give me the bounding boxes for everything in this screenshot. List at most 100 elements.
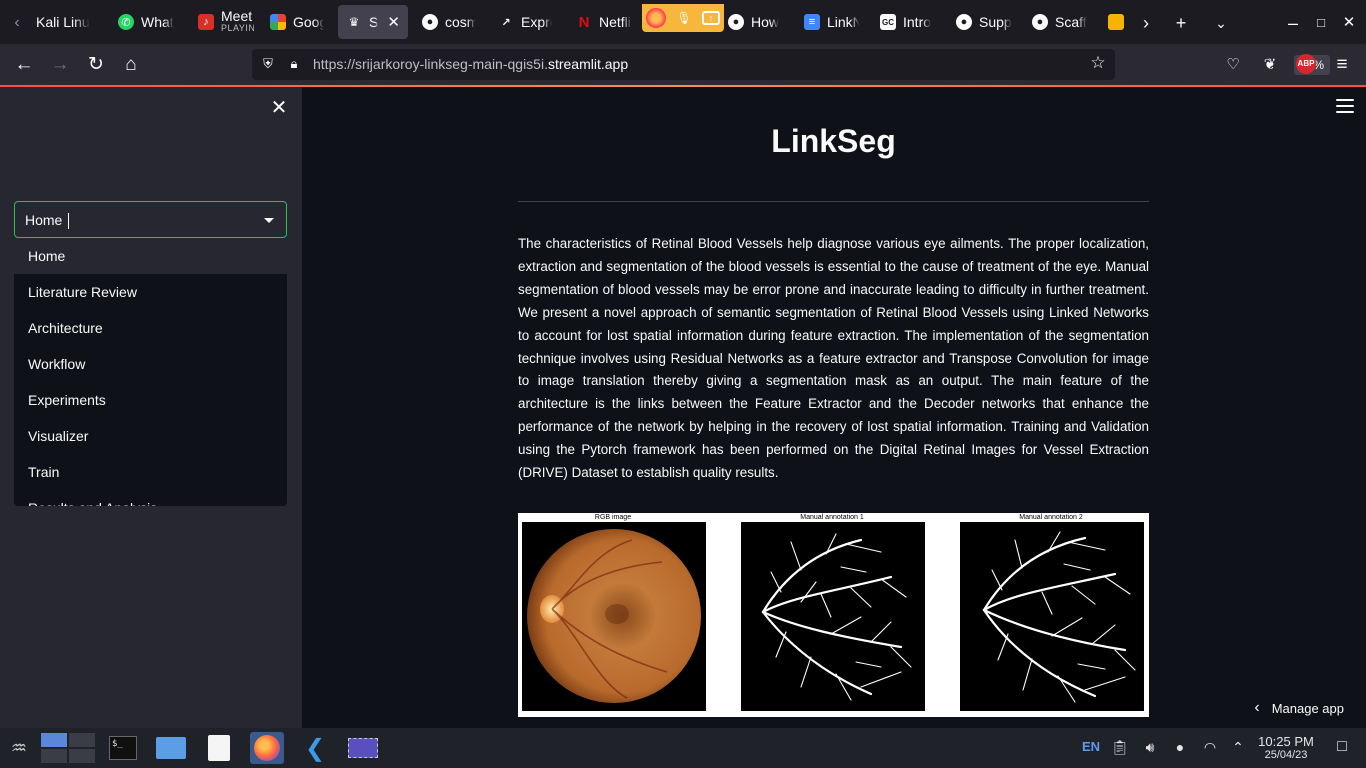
close-window-icon[interactable]: ✕: [1337, 11, 1361, 35]
minimize-icon[interactable]: –: [1281, 11, 1305, 35]
tab-cosmo[interactable]: ● cosmo: [414, 5, 484, 39]
panel-title: Manual annotation 1: [800, 514, 864, 521]
tab-streamlit[interactable]: ♛ Streamlit ✕: [338, 5, 408, 39]
divider: [518, 201, 1149, 202]
retina-fundus-image: [522, 522, 706, 711]
github-icon: ●: [956, 14, 972, 30]
figure-panel-rgb: RGB image: [520, 513, 706, 717]
terminal-icon[interactable]: $_: [106, 732, 140, 764]
tab-label: How: [751, 14, 780, 30]
tab-kali-linux[interactable]: Kali Linux: [28, 5, 98, 39]
back-icon[interactable]: ←: [11, 52, 37, 78]
tab-label: Supp: [979, 14, 1012, 30]
tab-scroll-left-icon[interactable]: ‹: [6, 12, 28, 34]
dropdown-option-home[interactable]: Home: [14, 238, 287, 274]
url-bar[interactable]: ⛨ 🔒︎ https://srijarkoroy-linkseg-main-qg…: [252, 49, 1331, 80]
maximize-icon[interactable]: □: [1309, 11, 1333, 35]
app-menu-icon[interactable]: [1336, 99, 1354, 113]
tab-netflix[interactable]: N Netflix: [568, 5, 640, 39]
extension-icon[interactable]: ❦: [1257, 52, 1283, 78]
dropdown-option-train[interactable]: Train: [14, 454, 287, 490]
microphone-icon: 🎙︎: [676, 11, 692, 25]
dropdown-option-literature-review[interactable]: Literature Review: [14, 274, 287, 310]
workspace-4[interactable]: [69, 749, 95, 763]
tab-google[interactable]: Google: [262, 5, 332, 39]
text-editor-icon[interactable]: [202, 732, 236, 764]
tab-label: Intro: [903, 14, 932, 30]
tab-scroll-right-icon[interactable]: ›: [1134, 11, 1158, 35]
vessel-annotation-image: [741, 522, 925, 711]
tray-expand-icon[interactable]: ⌃: [1228, 737, 1248, 757]
tab-meet[interactable]: ♪ Meet PLAYING: [190, 5, 254, 39]
tab-scaff[interactable]: ● Scaff: [1024, 5, 1096, 39]
tab-label: Netflix: [599, 14, 632, 30]
tab-label: Kali Linux: [36, 14, 90, 30]
speaker-icon: ♪: [198, 14, 214, 30]
slides-icon: [1108, 14, 1124, 30]
list-tabs-icon[interactable]: ⌄: [1209, 11, 1233, 35]
new-tab-icon[interactable]: +: [1169, 11, 1193, 35]
manage-app-label: Manage app: [1271, 700, 1344, 716]
streamlit-crown-icon: ♛: [348, 15, 360, 29]
tab-how[interactable]: ● How: [720, 5, 792, 39]
tab-strip: ‹ Kali Linux ✆ WhatsApp ♪ Meet PLAYING G…: [0, 0, 1366, 44]
page-select[interactable]: Home: [14, 201, 287, 238]
file-manager-icon[interactable]: [154, 732, 188, 764]
screenshot-tool-icon[interactable]: [346, 732, 380, 764]
close-sidebar-icon[interactable]: ✕: [268, 97, 290, 119]
tab-express[interactable]: ↗ Express: [490, 5, 560, 39]
pocket-icon[interactable]: ♡: [1220, 52, 1246, 78]
workspace-2[interactable]: [69, 733, 95, 747]
tab-label: Streamlit: [369, 14, 379, 30]
workspace-1[interactable]: [41, 733, 67, 747]
microphone-tray-icon[interactable]: ●: [1170, 737, 1190, 757]
chevron-down-icon[interactable]: [264, 218, 274, 223]
shield-icon[interactable]: ⛨: [260, 56, 276, 72]
chevron-left-icon: ‹: [1254, 699, 1260, 716]
tab-intro[interactable]: GC Intro: [872, 5, 944, 39]
volume-icon[interactable]: 🔊︎: [1140, 737, 1160, 757]
tab-label: Scaff: [1055, 14, 1087, 30]
retina-figure: RGB image Manual annotation 1 Manual ann…: [518, 513, 1149, 717]
dropdown-option-workflow[interactable]: Workflow: [14, 346, 287, 382]
tab-linknet[interactable]: ≡ LinkNet: [796, 5, 868, 39]
workspace-3[interactable]: [41, 749, 67, 763]
screen-share-icon: ↑: [702, 11, 720, 25]
lock-icon[interactable]: 🔒︎: [286, 56, 302, 72]
app-menu-icon[interactable]: ≡: [1329, 52, 1355, 78]
keyboard-language[interactable]: EN: [1082, 739, 1100, 754]
bookmark-star-icon[interactable]: ☆: [1090, 54, 1106, 71]
tab-label: Express: [521, 14, 552, 30]
kali-menu-icon[interactable]: ♒: [2, 732, 36, 764]
clipboard-icon[interactable]: 📋︎: [1110, 737, 1130, 757]
dropdown-option-visualizer[interactable]: Visualizer: [14, 418, 287, 454]
abstract-paragraph: The characteristics of Retinal Blood Ves…: [518, 236, 1149, 481]
vessel-annotation-image: [960, 522, 1144, 711]
wifi-icon[interactable]: ◠: [1200, 737, 1220, 757]
url-text: https://srijarkoroy-linkseg-main-qgis5i.…: [313, 56, 629, 72]
forward-icon[interactable]: →: [47, 52, 73, 78]
page-select-value[interactable]: Home: [25, 212, 62, 228]
dropdown-option-architecture[interactable]: Architecture: [14, 310, 287, 346]
manage-app-button[interactable]: ‹ Manage app: [1254, 699, 1344, 717]
google-meet-icon: [270, 14, 286, 30]
tab-label: cosmo: [445, 14, 476, 30]
clock-date: 25/04/23: [1264, 749, 1308, 761]
dropdown-option-experiments[interactable]: Experiments: [14, 382, 287, 418]
gc-icon: GC: [880, 14, 896, 30]
show-desktop-icon[interactable]: □: [1332, 737, 1352, 757]
tab-supp[interactable]: ● Supp: [948, 5, 1020, 39]
reload-icon[interactable]: ↻: [83, 52, 109, 78]
vscode-icon[interactable]: ❮: [298, 732, 332, 764]
page-select-dropdown: Home Literature Review Architecture Work…: [14, 238, 287, 506]
sharing-indicator[interactable]: 🎙︎ ↑: [642, 4, 724, 32]
adblock-plus-icon[interactable]: ABP: [1296, 54, 1316, 74]
dropdown-option-results-and-analysis[interactable]: Results and Analysis: [14, 490, 287, 506]
tab-close-icon[interactable]: ✕: [387, 13, 400, 31]
home-icon[interactable]: ⌂: [118, 52, 144, 78]
tab-c[interactable]: C: [1100, 5, 1130, 39]
clock[interactable]: 10:25 PM 25/04/23: [1254, 735, 1318, 762]
firefox-taskbar-icon[interactable]: [250, 732, 284, 764]
workspace-pager[interactable]: [41, 733, 95, 763]
tab-whatsapp[interactable]: ✆ WhatsApp: [110, 5, 182, 39]
